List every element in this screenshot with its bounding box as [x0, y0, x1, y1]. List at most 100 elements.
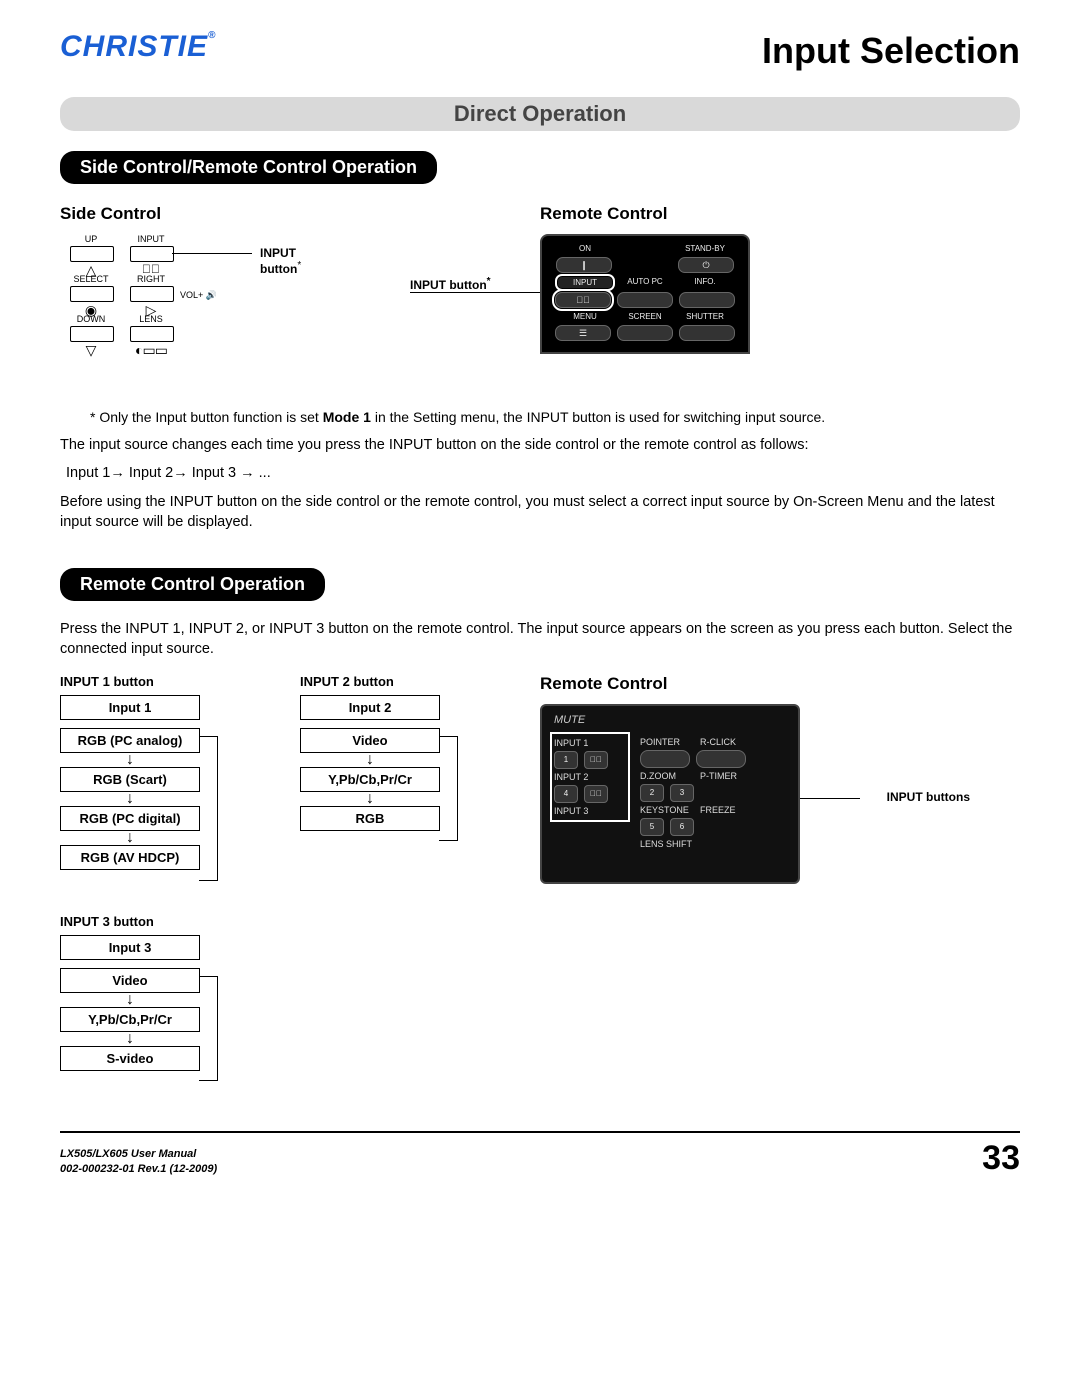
mode1-footnote: * Only the Input button function is set …: [90, 409, 1010, 425]
rm-shutter-label: SHUTTER: [678, 312, 732, 321]
rm2-btn-1: 1: [554, 751, 578, 769]
rm-menu-label: MENU: [558, 312, 612, 321]
flow2-head: INPUT 2 button: [300, 674, 440, 689]
flow2-ypbpr: Y,Pb/Cb,Pr/Cr: [300, 767, 440, 792]
sc-input-label: INPUT: [130, 234, 172, 244]
rm2-pointer-label: POINTER: [640, 737, 694, 747]
lens-icon: ◐▭▭: [130, 342, 172, 359]
flow3-ypbpr: Y,Pb/Cb,Pr/Cr: [60, 1007, 200, 1032]
side-control-diagram: UP △ INPUT ⊟⃕ SELECT ◉ RIGHT ▷ DOWN ▽ LE…: [60, 234, 340, 384]
flow1-rgb-analog: RGB (PC analog): [60, 728, 200, 753]
rm2-mute-label: MUTE: [554, 714, 790, 726]
flow-input3: INPUT 3 button Input 3 Video ↓ Y,Pb/Cb,P…: [60, 914, 200, 1071]
rm-autopc-label: AUTO PC: [618, 277, 672, 288]
flow3-svideo: S-video: [60, 1046, 200, 1071]
footer-page-number: 33: [982, 1139, 1020, 1178]
arrow-down-icon: ↓: [60, 831, 200, 845]
flow2-video: Video: [300, 728, 440, 753]
flow1-rgb-avhdcp: RGB (AV HDCP): [60, 845, 200, 870]
rm2-callout-line: [800, 798, 860, 799]
footer-doc-info: LX505/LX605 User Manual 002-000232-01 Re…: [60, 1147, 217, 1178]
sc-input-button: [130, 246, 174, 262]
sc-select-label: SELECT: [70, 274, 112, 284]
sc-vol-label: VOL+ 🔊: [180, 290, 217, 301]
flow3-video: Video: [60, 968, 200, 993]
rm-screen-label: SCREEN: [618, 312, 672, 321]
arrow-down-icon: ↓: [60, 792, 200, 806]
arrow-down-icon: ↓: [60, 1032, 200, 1046]
rm-menu-button: ☰: [555, 325, 611, 341]
flow3-head: INPUT 3 button: [60, 914, 200, 929]
rm2-ptimer-label: P-TIMER: [700, 771, 754, 781]
rm2-btn-5: 5: [640, 818, 664, 836]
rm2-btn-6: 6: [670, 818, 694, 836]
page-title: Input Selection: [762, 30, 1020, 72]
rm-input-label: INPUT: [558, 277, 612, 288]
footer-manual: LX505/LX605 User Manual: [60, 1147, 217, 1162]
remote-control-diagram-2: MUTE INPUT 1 1⊟⃕ INPUT 2 4⊟⃕ INPUT 3 POI…: [540, 704, 800, 884]
rm2-input-group-highlight: INPUT 1 1⊟⃕ INPUT 2 4⊟⃕ INPUT 3: [550, 732, 630, 822]
p-input-cycle: Input 1→ Input 2→ Input 3 → ...: [66, 463, 1020, 483]
brand-logo: CHRISTIE®: [60, 30, 216, 64]
rm-shutter-button: [679, 325, 735, 341]
rm2-lensshift-label: LENS SHIFT: [640, 839, 754, 849]
rm2-pointer-button: [640, 750, 690, 768]
p-before-using: Before using the INPUT button on the sid…: [60, 492, 1020, 533]
pill-remote-operation: Remote Control Operation: [60, 568, 325, 601]
rm2-input-buttons-callout: INPUT buttons: [887, 790, 970, 804]
flow3-loop: [199, 976, 218, 1081]
rm2-btn-3: 3: [670, 784, 694, 802]
rm-callout-line: [410, 292, 540, 293]
triangle-down-icon: ▽: [70, 342, 112, 359]
remote-control-heading-2: Remote Control: [540, 674, 920, 694]
arrow-down-icon: ↓: [300, 792, 440, 806]
remote-control-diagram: INPUT button* ON STAND-BY ❙ ⏻ INPUT AUTO…: [540, 234, 800, 354]
rm2-input2-label: INPUT 2: [554, 772, 608, 782]
rm2-rclick-button: [696, 750, 746, 768]
rm2-rclick-label: R-CLICK: [700, 737, 754, 747]
flow3-input3: Input 3: [60, 935, 200, 960]
remote-control-heading: Remote Control: [540, 204, 1020, 224]
sc-input-callout: INPUT button*: [260, 246, 340, 276]
footer-rev: 002-000232-01 Rev.1 (12-2009): [60, 1162, 217, 1177]
flow1-loop: [199, 736, 218, 881]
rm-on-label: ON: [558, 244, 612, 253]
arrow-down-icon: ↓: [300, 753, 440, 767]
flow2-input2: Input 2: [300, 695, 440, 720]
side-control-heading: Side Control: [60, 204, 502, 224]
arrow-down-icon: ↓: [60, 993, 200, 1007]
sc-select-button: [70, 286, 114, 302]
rm-standby-button: ⏻: [678, 257, 734, 273]
rm-on-button: ❙: [556, 257, 612, 273]
flow2-rgb: RGB: [300, 806, 440, 831]
sc-lens-button: [130, 326, 174, 342]
flow1-head: INPUT 1 button: [60, 674, 200, 689]
sc-up-label: UP: [70, 234, 112, 244]
rm-info-label: INFO.: [678, 277, 732, 288]
rm-standby-label: STAND-BY: [678, 244, 732, 253]
rm-input-callout: INPUT button*: [410, 276, 491, 292]
sc-down-button: [70, 326, 114, 342]
rm2-input1-button: ⊟⃕: [584, 751, 608, 769]
rm2-dzoom-label: D.ZOOM: [640, 771, 694, 781]
p-press-input: Press the INPUT 1, INPUT 2, or INPUT 3 b…: [60, 619, 1020, 660]
flow-input2: INPUT 2 button Input 2 Video ↓ Y,Pb/Cb,P…: [300, 674, 440, 884]
rm-info-button: [679, 292, 735, 308]
rm2-input3-label: INPUT 3: [554, 806, 608, 816]
rm2-btn-2: 2: [640, 784, 664, 802]
rm-screen-button: [617, 325, 673, 341]
flow2-loop: [439, 736, 458, 841]
rm2-keystone-label: KEYSTONE: [640, 805, 694, 815]
arrow-down-icon: ↓: [60, 753, 200, 767]
sc-right-label: RIGHT: [130, 274, 172, 284]
sc-up-button: [70, 246, 114, 262]
rm2-input2-button: ⊟⃕: [584, 785, 608, 803]
section-direct-operation: Direct Operation: [60, 97, 1020, 131]
sc-callout-line: [172, 253, 252, 254]
flow1-input1: Input 1: [60, 695, 200, 720]
rm2-freeze-label: FREEZE: [700, 805, 754, 815]
rm-input-button: ⊟⃕: [555, 292, 611, 308]
sc-right-button: [130, 286, 174, 302]
rm2-input1-label: INPUT 1: [554, 738, 608, 748]
flow1-rgb-digital: RGB (PC digital): [60, 806, 200, 831]
